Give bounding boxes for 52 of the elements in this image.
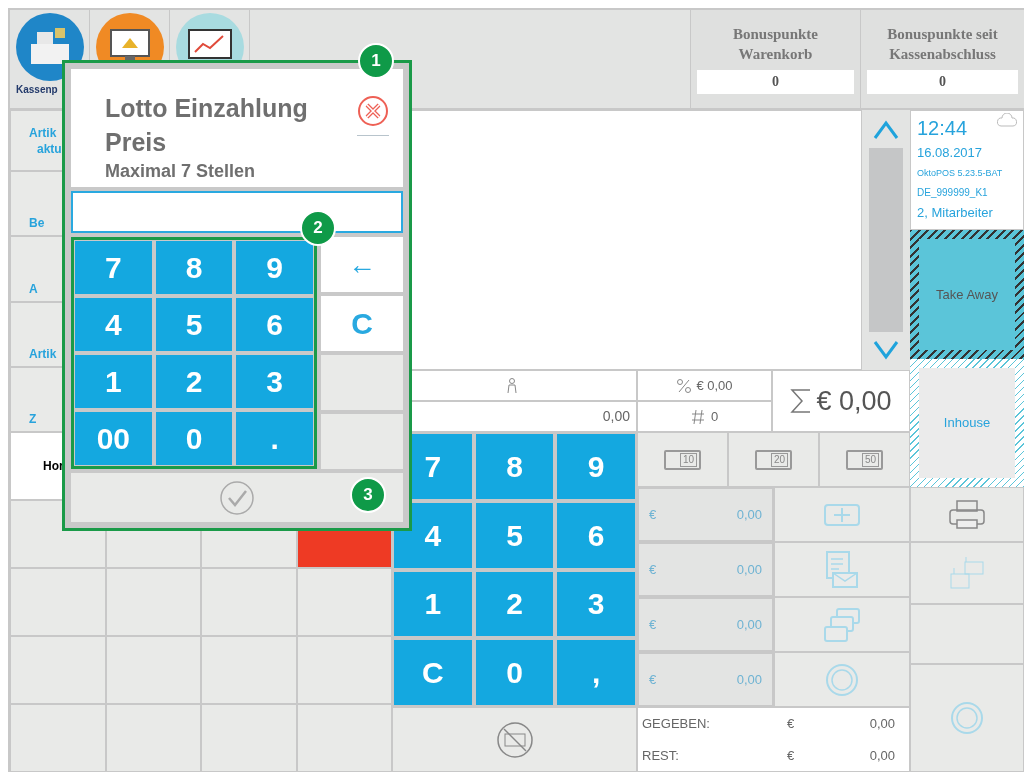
dialog-numpad-key[interactable]: 8: [155, 241, 233, 294]
dialog-numpad-key[interactable]: 1: [75, 355, 152, 408]
dialog-numpad-key[interactable]: 6: [236, 298, 313, 351]
banknote-button[interactable]: 50: [819, 432, 910, 487]
amount-value: 0,00: [602, 407, 630, 426]
date-text: 16.08.2017: [917, 144, 984, 162]
bonus-value: 0: [867, 70, 1018, 94]
dialog-numpad-key[interactable]: 5: [155, 298, 233, 351]
order-mode-button[interactable]: Inhouse: [910, 358, 1024, 487]
app-label: Kassenp: [15, 83, 58, 97]
dialog-numpad-key[interactable]: 0: [155, 412, 233, 465]
dialog-numpad-key[interactable]: 2: [155, 355, 233, 408]
dialog-subtitle: Preis: [105, 127, 168, 158]
bonus-title: Bonuspunkte Warenkorb: [731, 25, 820, 64]
numpad-key[interactable]: 6: [557, 502, 635, 568]
summary-amount: 0,00: [868, 715, 896, 733]
user-name: 2, Mitarbeiter: [917, 204, 994, 222]
dialog-numpad-key[interactable]: 7: [75, 241, 152, 294]
summary-amount: 0,00: [868, 746, 896, 765]
dialog-title: Lotto Einzahlung: [105, 93, 308, 124]
clear-button[interactable]: C: [321, 296, 403, 351]
numpad-key[interactable]: 3: [557, 571, 635, 637]
numpad-key[interactable]: 1: [394, 571, 472, 637]
dialog-numpad-key[interactable]: .: [236, 412, 313, 465]
discount-value: € 0,00: [696, 376, 733, 395]
numpad-key[interactable]: 0: [475, 640, 554, 705]
currency-symbol: €: [787, 715, 796, 733]
item-count: 0: [710, 407, 719, 426]
numpad-key[interactable]: 8: [475, 434, 554, 499]
banknote-button[interactable]: 20: [728, 432, 819, 487]
clock-time: 12:44: [917, 116, 968, 141]
numpad-key[interactable]: 2: [475, 571, 554, 637]
numpad-key[interactable]: C: [394, 640, 472, 705]
banknote-button[interactable]: 10: [637, 432, 728, 487]
numpad-key[interactable]: 5: [475, 502, 554, 568]
bonus-value: 0: [697, 70, 854, 94]
summary-label: GEGEBEN:: [642, 715, 711, 733]
numpad-key[interactable]: 9: [557, 434, 635, 499]
summary-label: REST:: [642, 746, 680, 765]
dialog-hint: Maximal 7 Stellen: [105, 160, 257, 183]
total-sum: € 0,00: [816, 384, 892, 418]
currency-symbol: €: [787, 746, 796, 765]
numpad-key[interactable]: ,: [557, 640, 635, 705]
order-mode-button[interactable]: Take Away: [910, 230, 1024, 359]
bonus-title: Bonuspunkte seit Kassenabschluss: [886, 25, 999, 64]
backspace-button[interactable]: ←: [321, 237, 403, 292]
dialog-numpad-key[interactable]: 3: [236, 355, 313, 408]
dialog-numpad-key[interactable]: 9: [236, 241, 313, 294]
dialog-numpad-key[interactable]: 4: [75, 298, 152, 351]
version-text: OktoPOS 5.23.5-BAT: [917, 167, 1004, 180]
register-id: DE_999999_K1: [917, 186, 989, 200]
dialog-numpad-key[interactable]: 00: [75, 412, 152, 465]
